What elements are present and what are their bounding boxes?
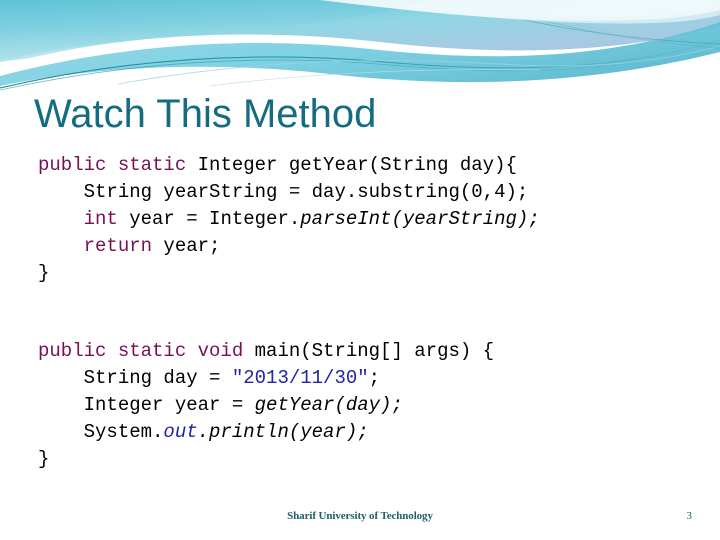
code-line: String day = "2013/11/30"; — [38, 365, 688, 392]
code-token: String day = — [38, 367, 232, 389]
code-token: ; — [368, 367, 381, 389]
banner-swoosh-graphic — [0, 0, 720, 92]
code-token: String yearString = day.substring(0,4); — [38, 181, 529, 203]
code-line: return year; — [38, 233, 688, 260]
code-line: System.out.println(year); — [38, 419, 688, 446]
code-line: } — [38, 260, 688, 287]
code-line: public static void main(String[] args) { — [38, 338, 688, 365]
code-block-main: public static void main(String[] args) {… — [38, 338, 688, 473]
slide-canvas: Watch This Method public static Integer … — [0, 0, 720, 540]
code-line: int year = Integer.parseInt(yearString); — [38, 206, 688, 233]
code-token: Integer year = — [38, 394, 255, 416]
slide-title: Watch This Method — [34, 92, 377, 136]
code-token: System. — [38, 421, 164, 443]
code-token: year = Integer. — [117, 208, 301, 230]
code-token: parseInt(yearString); — [300, 208, 540, 230]
page-number: 3 — [686, 510, 693, 522]
code-line: public static Integer getYear(String day… — [38, 152, 688, 179]
footer-organization: Sharif University of Technology — [287, 510, 433, 522]
code-line: String yearString = day.substring(0,4); — [38, 179, 688, 206]
code-token: public static void — [38, 340, 255, 362]
code-token: int — [38, 208, 118, 230]
code-token: public static — [38, 154, 198, 176]
code-token: main(String[] args) { — [254, 340, 495, 362]
code-token: .println(year); — [197, 421, 369, 443]
code-token: getYear(day); — [254, 394, 403, 416]
code-token: out — [163, 421, 198, 443]
code-token: return — [38, 235, 153, 257]
code-line: } — [38, 446, 688, 473]
code-token: } — [38, 448, 50, 470]
code-token: year; — [152, 235, 221, 257]
code-token: "2013/11/30" — [231, 367, 369, 389]
code-token: } — [38, 262, 50, 284]
header-banner-decoration — [0, 0, 720, 92]
code-token: Integer getYear(String day){ — [197, 154, 517, 176]
code-block-get-year: public static Integer getYear(String day… — [38, 152, 688, 287]
code-line: Integer year = getYear(day); — [38, 392, 688, 419]
